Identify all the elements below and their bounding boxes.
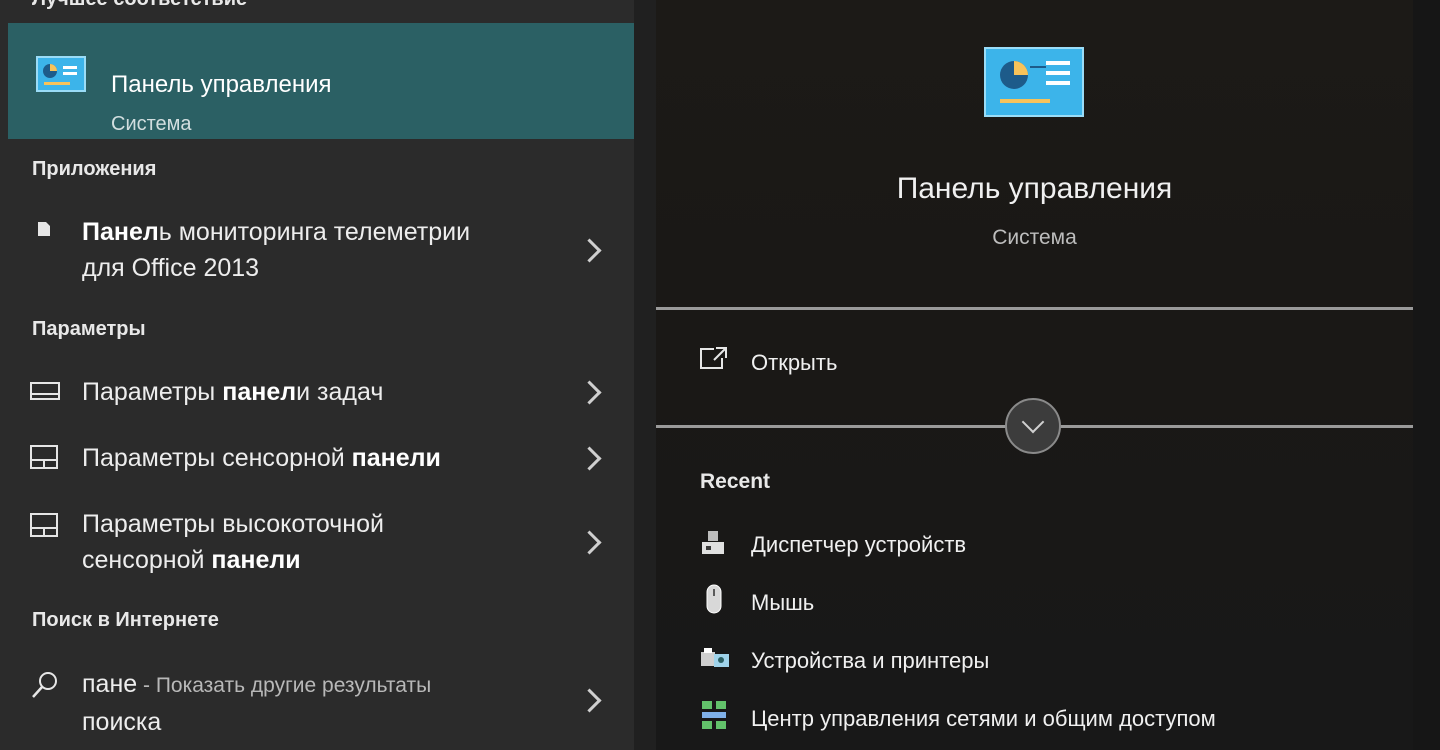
chevron-right-icon[interactable] <box>577 380 602 405</box>
best-match-header: Лучшее соответствие <box>32 0 247 11</box>
settings-item-label-line2: сенсорной панели <box>82 546 301 574</box>
search-icon <box>30 670 60 705</box>
web-search-label: пане - Показать другие результаты <box>82 670 432 698</box>
chevron-down-icon <box>1021 410 1045 434</box>
recent-item[interactable]: Устройства и принтеры <box>700 646 1400 678</box>
preview-subtitle: Система <box>992 226 1077 249</box>
settings-item-touchpad[interactable]: Параметры сенсорной панели <box>0 438 634 478</box>
chevron-right-icon[interactable] <box>577 446 602 471</box>
recent-header: Recent <box>700 470 771 493</box>
section-settings: Параметры <box>32 318 146 340</box>
best-match-item[interactable]: Панель управления Система <box>8 23 634 139</box>
panel-divider <box>634 0 656 750</box>
web-search-label-line2: поиска <box>82 708 162 736</box>
chevron-right-icon[interactable] <box>577 238 602 263</box>
divider-line <box>656 307 1413 310</box>
document-icon <box>38 222 50 241</box>
recent-item[interactable]: Мышь <box>700 584 1400 620</box>
open-external-icon <box>700 346 728 375</box>
printer-icon <box>700 646 730 675</box>
web-search-item[interactable]: пане - Показать другие результаты поиска <box>0 664 634 740</box>
best-match-subtitle: Система <box>111 113 192 135</box>
app-item-telemetry[interactable]: Панель мониторинга телеметрии для Office… <box>0 212 634 288</box>
device-manager-icon <box>700 530 726 561</box>
touchpad-icon <box>30 513 58 542</box>
recent-item-label: Устройства и принтеры <box>751 648 990 673</box>
network-icon <box>700 700 728 735</box>
recent-item-label: Центр управления сетями и общим доступом <box>751 706 1216 731</box>
preview-panel: Панель управления Система Открыть Recent… <box>656 0 1413 750</box>
settings-item-taskbar[interactable]: Параметры панели задач <box>0 372 634 412</box>
settings-item-precision-touchpad[interactable]: Параметры высокоточной сенсорной панели <box>0 504 634 580</box>
preview-title: Панель управления <box>896 172 1173 205</box>
section-apps: Приложения <box>32 158 157 180</box>
settings-item-label: Параметры панели задач <box>82 378 384 406</box>
best-match-title: Панель управления <box>111 71 332 98</box>
touchpad-icon <box>30 445 58 474</box>
chevron-right-icon[interactable] <box>577 530 602 555</box>
mouse-icon <box>706 584 722 619</box>
taskbar-icon <box>30 382 60 405</box>
recent-item-label: Диспетчер устройств <box>751 532 967 557</box>
section-web: Поиск в Интернете <box>32 609 219 631</box>
search-results-panel: Лучшее соответствие Панель управления Си… <box>0 0 634 750</box>
recent-item[interactable]: Диспетчер устройств <box>700 530 1400 562</box>
open-label: Открыть <box>751 350 838 375</box>
open-action[interactable]: Открыть <box>700 346 1400 378</box>
control-panel-icon <box>36 56 86 97</box>
recent-item-label: Мышь <box>751 590 815 615</box>
app-item-label: Панель мониторинга телеметрии <box>82 218 471 246</box>
settings-item-label: Параметры сенсорной панели <box>82 444 441 472</box>
expand-button[interactable] <box>1005 398 1061 454</box>
recent-item[interactable]: Центр управления сетями и общим доступом <box>700 701 1400 736</box>
chevron-right-icon[interactable] <box>577 688 602 713</box>
app-item-label-line2: для Office 2013 <box>82 254 260 282</box>
control-panel-icon <box>984 47 1084 122</box>
settings-item-label: Параметры высокоточной <box>82 510 384 538</box>
window-edge <box>1413 0 1440 750</box>
